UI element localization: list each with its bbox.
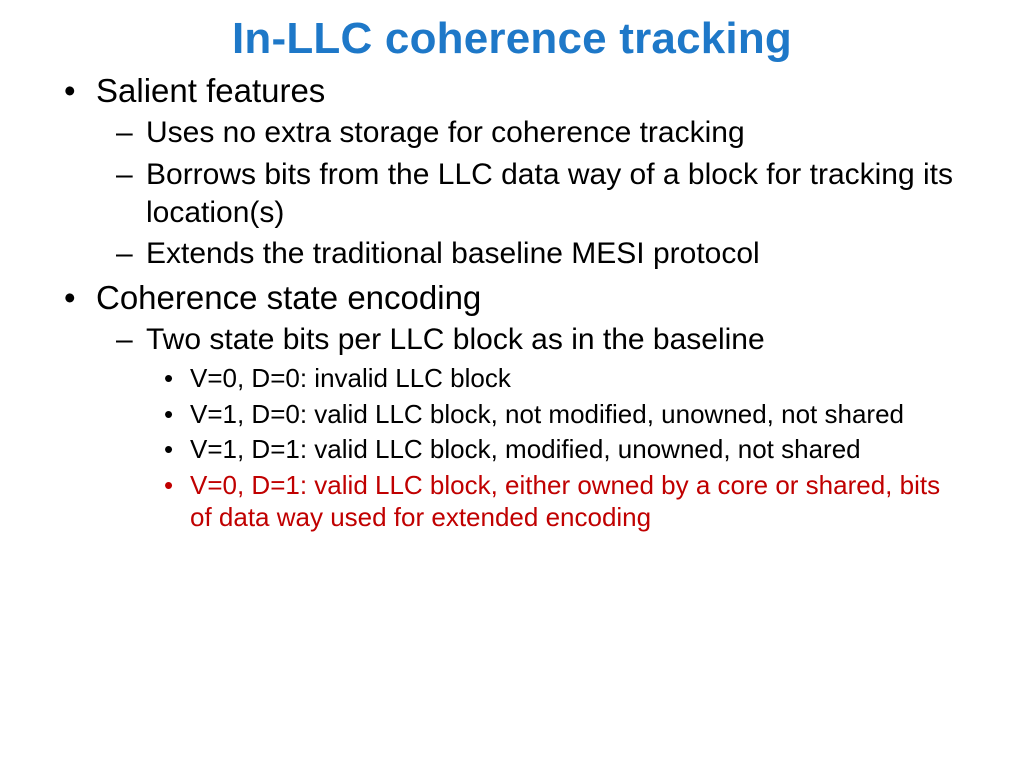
state-v0d0: V=0, D=0: invalid LLC block <box>190 362 984 395</box>
sub-no-extra-storage: Uses no extra storage for coherence trac… <box>146 114 984 152</box>
bullet-salient-features: Salient features <box>96 70 984 112</box>
slide-body: Salient features Uses no extra storage f… <box>40 70 984 534</box>
slide-title: In-LLC coherence tracking <box>40 14 984 64</box>
state-v0d1-highlight: V=0, D=1: valid LLC block, either owned … <box>190 469 984 534</box>
sub-borrow-bits: Borrows bits from the LLC data way of a … <box>146 156 984 233</box>
state-v1d0: V=1, D=0: valid LLC block, not modified,… <box>190 398 984 431</box>
sub-extends-mesi: Extends the traditional baseline MESI pr… <box>146 235 984 273</box>
sub-two-state-bits: Two state bits per LLC block as in the b… <box>146 321 984 359</box>
state-v1d1: V=1, D=1: valid LLC block, modified, uno… <box>190 433 984 466</box>
bullet-coherence-encoding: Coherence state encoding <box>96 277 984 319</box>
